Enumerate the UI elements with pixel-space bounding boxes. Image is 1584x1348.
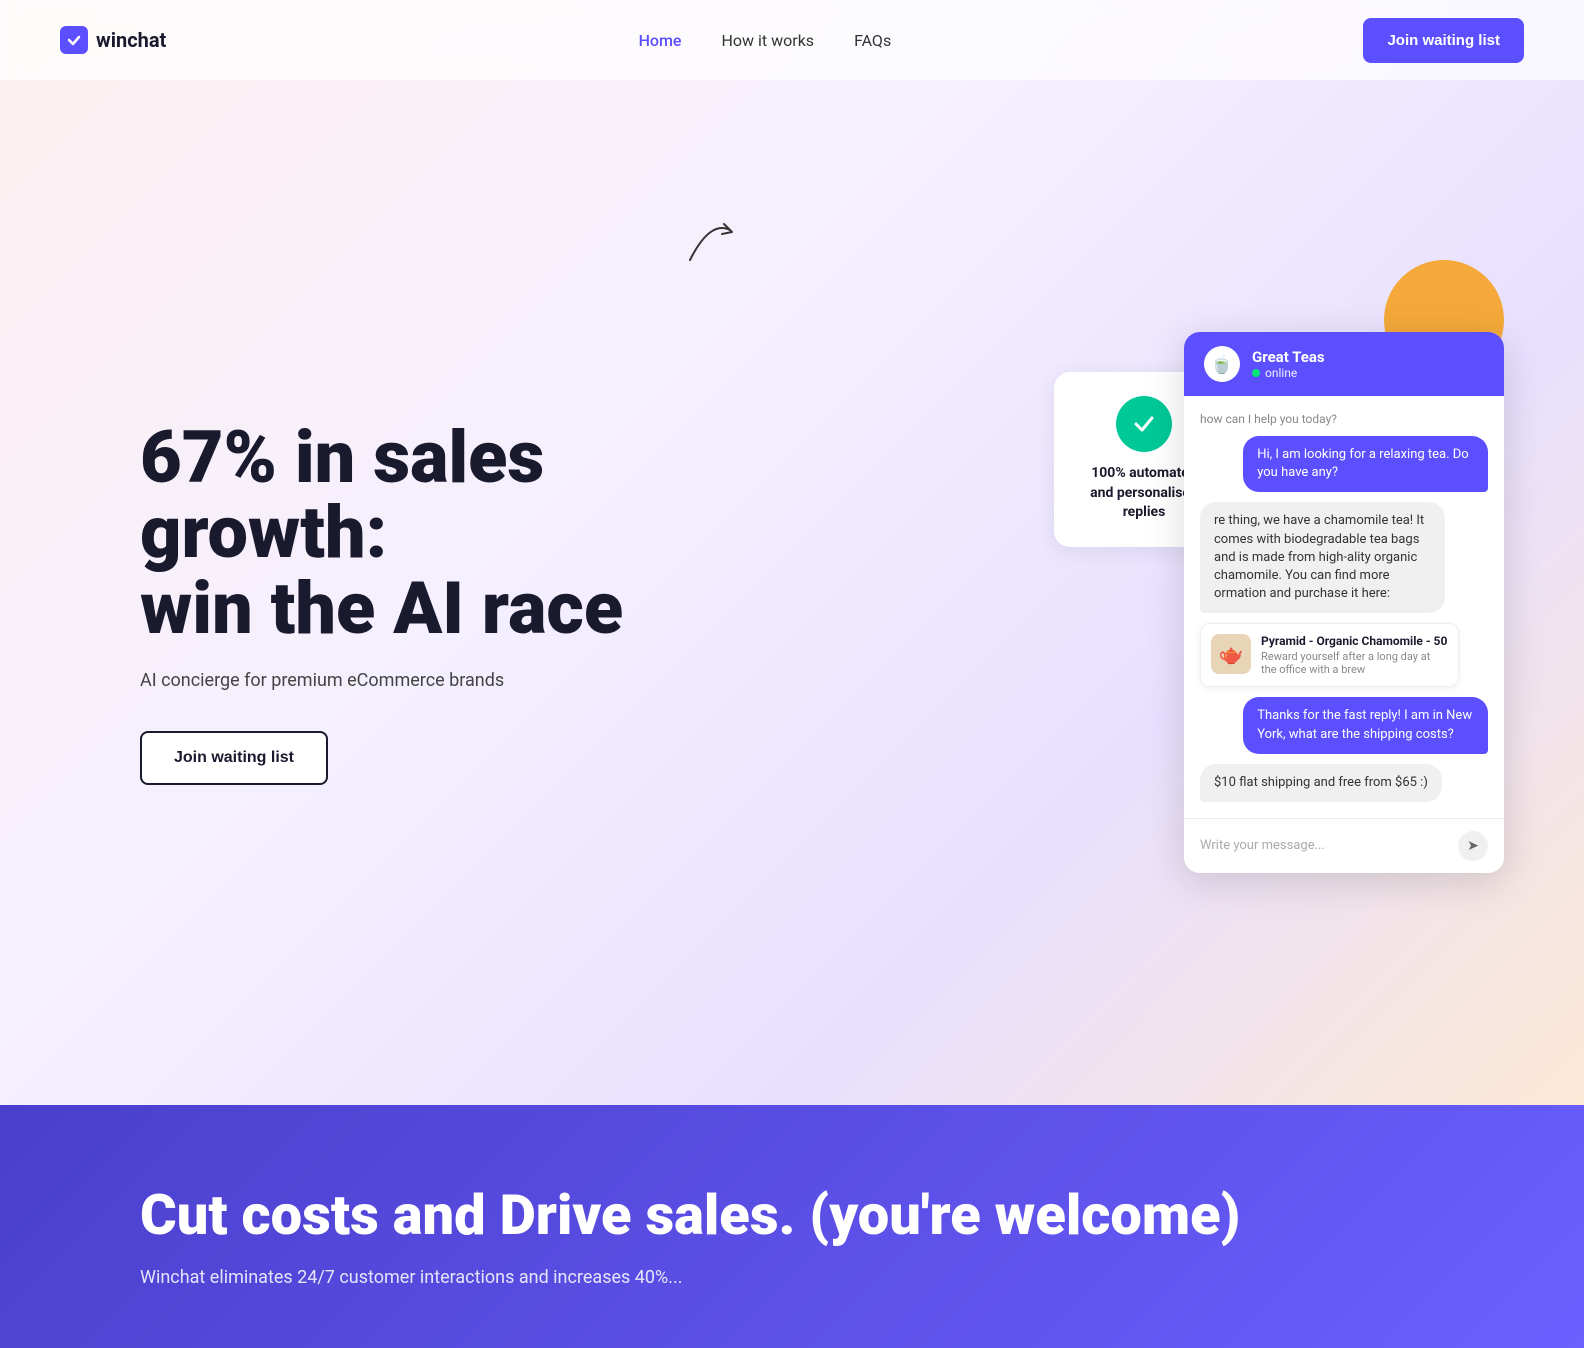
bot-message-1: re thing, we have a chamomile tea! It co… bbox=[1200, 502, 1445, 613]
product-name: Pyramid - Organic Chamomile - 50 bbox=[1261, 634, 1448, 648]
chat-input-placeholder[interactable]: Write your message... bbox=[1200, 838, 1450, 853]
chat-header: 🍵 Great Teas online bbox=[1184, 332, 1504, 396]
product-description: Reward yourself after a long day at the … bbox=[1261, 650, 1448, 676]
chat-body: how can I help you today? Hi, I am looki… bbox=[1184, 396, 1504, 818]
chat-online-status: online bbox=[1252, 366, 1484, 380]
chat-footer: Write your message... ➤ bbox=[1184, 818, 1504, 873]
hero-title: 67% in sales growth: win the AI race bbox=[140, 420, 623, 647]
hero-content: 67% in sales growth: win the AI race AI … bbox=[0, 80, 1584, 1105]
nav-home[interactable]: Home bbox=[639, 31, 682, 50]
nav-faqs[interactable]: FAQs bbox=[854, 31, 891, 50]
hero-text: 67% in sales growth: win the AI race AI … bbox=[140, 420, 623, 786]
nav-links: Home How it works FAQs bbox=[639, 31, 892, 50]
product-card: 🫖 Pyramid - Organic Chamomile - 50 Rewar… bbox=[1200, 623, 1459, 687]
bot-message-2: $10 flat shipping and free from $65 :) bbox=[1200, 764, 1442, 802]
user-message-1: Hi, I am looking for a relaxing tea. Do … bbox=[1243, 436, 1488, 492]
bottom-section: Cut costs and Drive sales. (you're welco… bbox=[0, 1105, 1584, 1348]
product-image: 🫖 bbox=[1211, 634, 1251, 674]
logo-text: winchat bbox=[96, 28, 166, 52]
join-waiting-list-nav-button[interactable]: Join waiting list bbox=[1363, 18, 1524, 63]
chat-avatar: 🍵 bbox=[1204, 346, 1240, 382]
chat-brand-name: Great Teas bbox=[1252, 348, 1484, 366]
nav-how-it-works[interactable]: How it works bbox=[722, 31, 815, 50]
chat-header-info: Great Teas online bbox=[1252, 348, 1484, 380]
chat-window: 🍵 Great Teas online how can I help you t… bbox=[1184, 332, 1504, 873]
logo-icon bbox=[60, 26, 88, 54]
message-row-4: $10 flat shipping and free from $65 :) bbox=[1200, 764, 1488, 802]
user-message-2: Thanks for the fast reply! I am in New Y… bbox=[1243, 697, 1488, 753]
hero-subtitle: AI concierge for premium eCommerce brand… bbox=[140, 670, 623, 691]
join-waiting-list-hero-button[interactable]: Join waiting list bbox=[140, 731, 328, 785]
logo[interactable]: winchat bbox=[60, 26, 166, 54]
arrow-decoration bbox=[680, 210, 740, 277]
hero-section: 67% in sales growth: win the AI race AI … bbox=[0, 0, 1584, 1105]
message-row-2: re thing, we have a chamomile tea! It co… bbox=[1200, 502, 1488, 613]
chat-section: 100% automated and personalised replies … bbox=[1184, 332, 1504, 873]
system-message: how can I help you today? bbox=[1200, 412, 1488, 426]
online-dot bbox=[1252, 369, 1260, 377]
check-circle-icon bbox=[1116, 396, 1172, 452]
bottom-subtitle: Winchat eliminates 24/7 customer interac… bbox=[140, 1267, 1444, 1288]
message-row-3: Thanks for the fast reply! I am in New Y… bbox=[1200, 697, 1488, 753]
product-info: Pyramid - Organic Chamomile - 50 Reward … bbox=[1261, 634, 1448, 676]
send-button[interactable]: ➤ bbox=[1458, 831, 1488, 861]
navbar: winchat Home How it works FAQs Join wait… bbox=[0, 0, 1584, 80]
bottom-title: Cut costs and Drive sales. (you're welco… bbox=[140, 1185, 1444, 1247]
message-row-1: Hi, I am looking for a relaxing tea. Do … bbox=[1200, 436, 1488, 492]
